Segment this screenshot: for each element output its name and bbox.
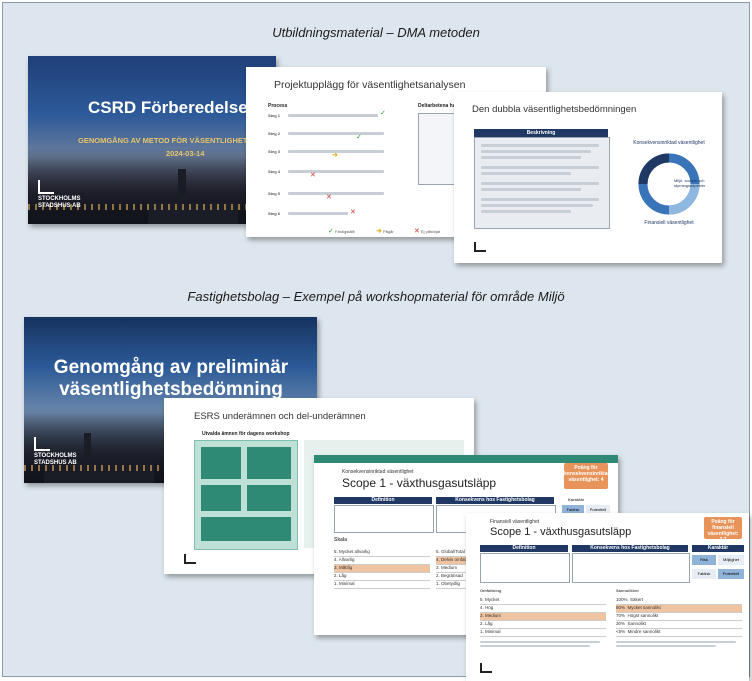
score-badge: Poäng för konsekvensinriktad väsentlighe…: [564, 463, 611, 489]
definition-box: [334, 505, 434, 533]
process-heading: Process: [268, 103, 288, 109]
check-icon: ✓: [380, 110, 386, 117]
slide-scope1-finansiell: Finansiell väsentlighet Scope 1 - växthu…: [466, 513, 749, 681]
stockholms-stadshus-logo: [184, 554, 196, 566]
diagram-top-label: Konsekvensinriktad väsentlighet: [633, 140, 705, 146]
scale-header: Omfattning: [480, 588, 502, 593]
warning-arrow-icon: ➜: [332, 152, 338, 159]
scale-row: 5. Mycket allvarlig: [334, 549, 430, 557]
slide-title: Genomgång av preliminär väsentlighetsbed…: [53, 357, 289, 400]
score-badge: Poäng för finansiell väsentlighet: 3,7: [704, 517, 742, 543]
stockholms-stadshus-logo: STOCKHOLMS STADSHUS AB: [34, 437, 77, 467]
step-label: Steg 1: [268, 113, 281, 118]
figure-frame: Utbildningsmaterial – DMA metoden CSRD F…: [2, 2, 750, 681]
probability-row: 100% Säkert: [616, 597, 742, 605]
slide-csrd-title: CSRD Förberedelser GENOMGÅNG AV METOD FÖ…: [28, 56, 276, 224]
scale-header: Skala: [334, 537, 348, 543]
scale-row-selected: 3. Medium: [480, 613, 606, 621]
scale-row: 2. Låg: [334, 573, 430, 581]
section-caption-dma: Utbildningsmaterial – DMA metoden: [272, 25, 480, 40]
definition-box: [480, 553, 570, 583]
slide-title: Scope 1 - växthusgasutsläpp: [342, 476, 497, 490]
probability-row-selected: 80% Mycket sannolikt: [616, 605, 742, 613]
description-header: Beskrivning: [474, 129, 608, 137]
stockholms-stadshus-logo: [474, 242, 486, 254]
x-mark-icon: ✕: [326, 194, 332, 201]
consequence-header: Konsekvens hos Fastighetsbolag: [572, 545, 688, 552]
step-label: Steg 2: [268, 131, 281, 136]
step-label: Steg 4: [268, 169, 281, 174]
slide-kicker: Konsekvensinriktad väsentlighet: [342, 469, 414, 475]
scale-row: 5. Mycket: [480, 597, 606, 605]
risk-chip: Risk: [692, 555, 716, 565]
scale-row-selected: 3. Måttlig: [334, 565, 430, 573]
legend-ongoing: ➜ Pågår: [376, 228, 394, 235]
probability-row: 30% Sannolikt: [616, 621, 742, 629]
probability-row: <5% Mindre sannolikt: [616, 629, 742, 637]
description-box: [474, 137, 610, 229]
legend-done: ✓ Färdigställt: [328, 228, 355, 235]
slide-date: 2024-03-14: [166, 149, 205, 158]
mojlighet-chip: Möjlighet: [718, 555, 744, 565]
x-mark-icon: ✕: [310, 172, 316, 179]
cycle-arrow-top: [638, 153, 670, 185]
legend-not-started: ✕ Ej påbörjat: [414, 228, 441, 235]
slide-title: Den dubbla väsentlighetsbedömningen: [472, 104, 637, 115]
step-label: Steg 6: [268, 211, 281, 216]
diagram-right-label: Miljö, sociala och styrningsaspekter: [674, 178, 706, 188]
slide-title: Scope 1 - växthusgasutsläpp: [490, 526, 632, 538]
slide-dubbla-vasentlighet: Den dubbla väsentlighetsbedömningen Besk…: [454, 92, 722, 263]
step-label: Steg 3: [268, 149, 281, 154]
diagram-bottom-label: Finansiell väsentlighet: [644, 220, 694, 226]
scale-row: 2. Låg: [480, 621, 606, 629]
scale-row: 4. Allvarlig: [334, 557, 430, 565]
character-header: Karaktär: [568, 497, 585, 502]
scale-row: 1. Minimal: [334, 581, 430, 589]
logo-mark-icon: [34, 437, 50, 451]
slide-kicker: Finansiell väsentlighet: [490, 519, 540, 525]
scale-row: 1. Minimal: [480, 629, 606, 637]
faktisk-chip: Faktisk: [692, 569, 716, 579]
scale-row: 4. Hög: [480, 605, 606, 613]
logo-mark-icon: [38, 180, 54, 194]
slide-title: Projektupplägg för väsentlighetsanalysen: [274, 79, 466, 91]
stockholms-stadshus-logo: [480, 663, 492, 675]
step-label: Steg 5: [268, 191, 281, 196]
slide-subtitle: Utvalda ämnen för dagens workshop: [202, 431, 290, 437]
consequence-header: Konsekvens hos Fastighetsbolag: [436, 497, 554, 504]
definition-header: Definition: [480, 545, 568, 552]
probability-header: Sannolikhet: [616, 588, 639, 593]
definition-header: Definition: [334, 497, 432, 504]
topic-grid: [194, 440, 298, 550]
consequence-box: [572, 553, 690, 583]
character-header: Karaktär: [692, 545, 744, 552]
potentiell-chip: Potentiell: [718, 569, 744, 579]
stockholms-stadshus-logo: STOCKHOLMS STADSHUS AB: [38, 180, 81, 210]
x-mark-icon: ✕: [350, 209, 356, 216]
probability-row: 70% Högst sannolikt: [616, 613, 742, 621]
check-icon: ✓: [356, 134, 362, 141]
slide-title: ESRS underämnen och del-underämnen: [194, 411, 366, 422]
section-caption-workshop: Fastighetsbolag – Exempel på workshopmat…: [187, 289, 565, 304]
